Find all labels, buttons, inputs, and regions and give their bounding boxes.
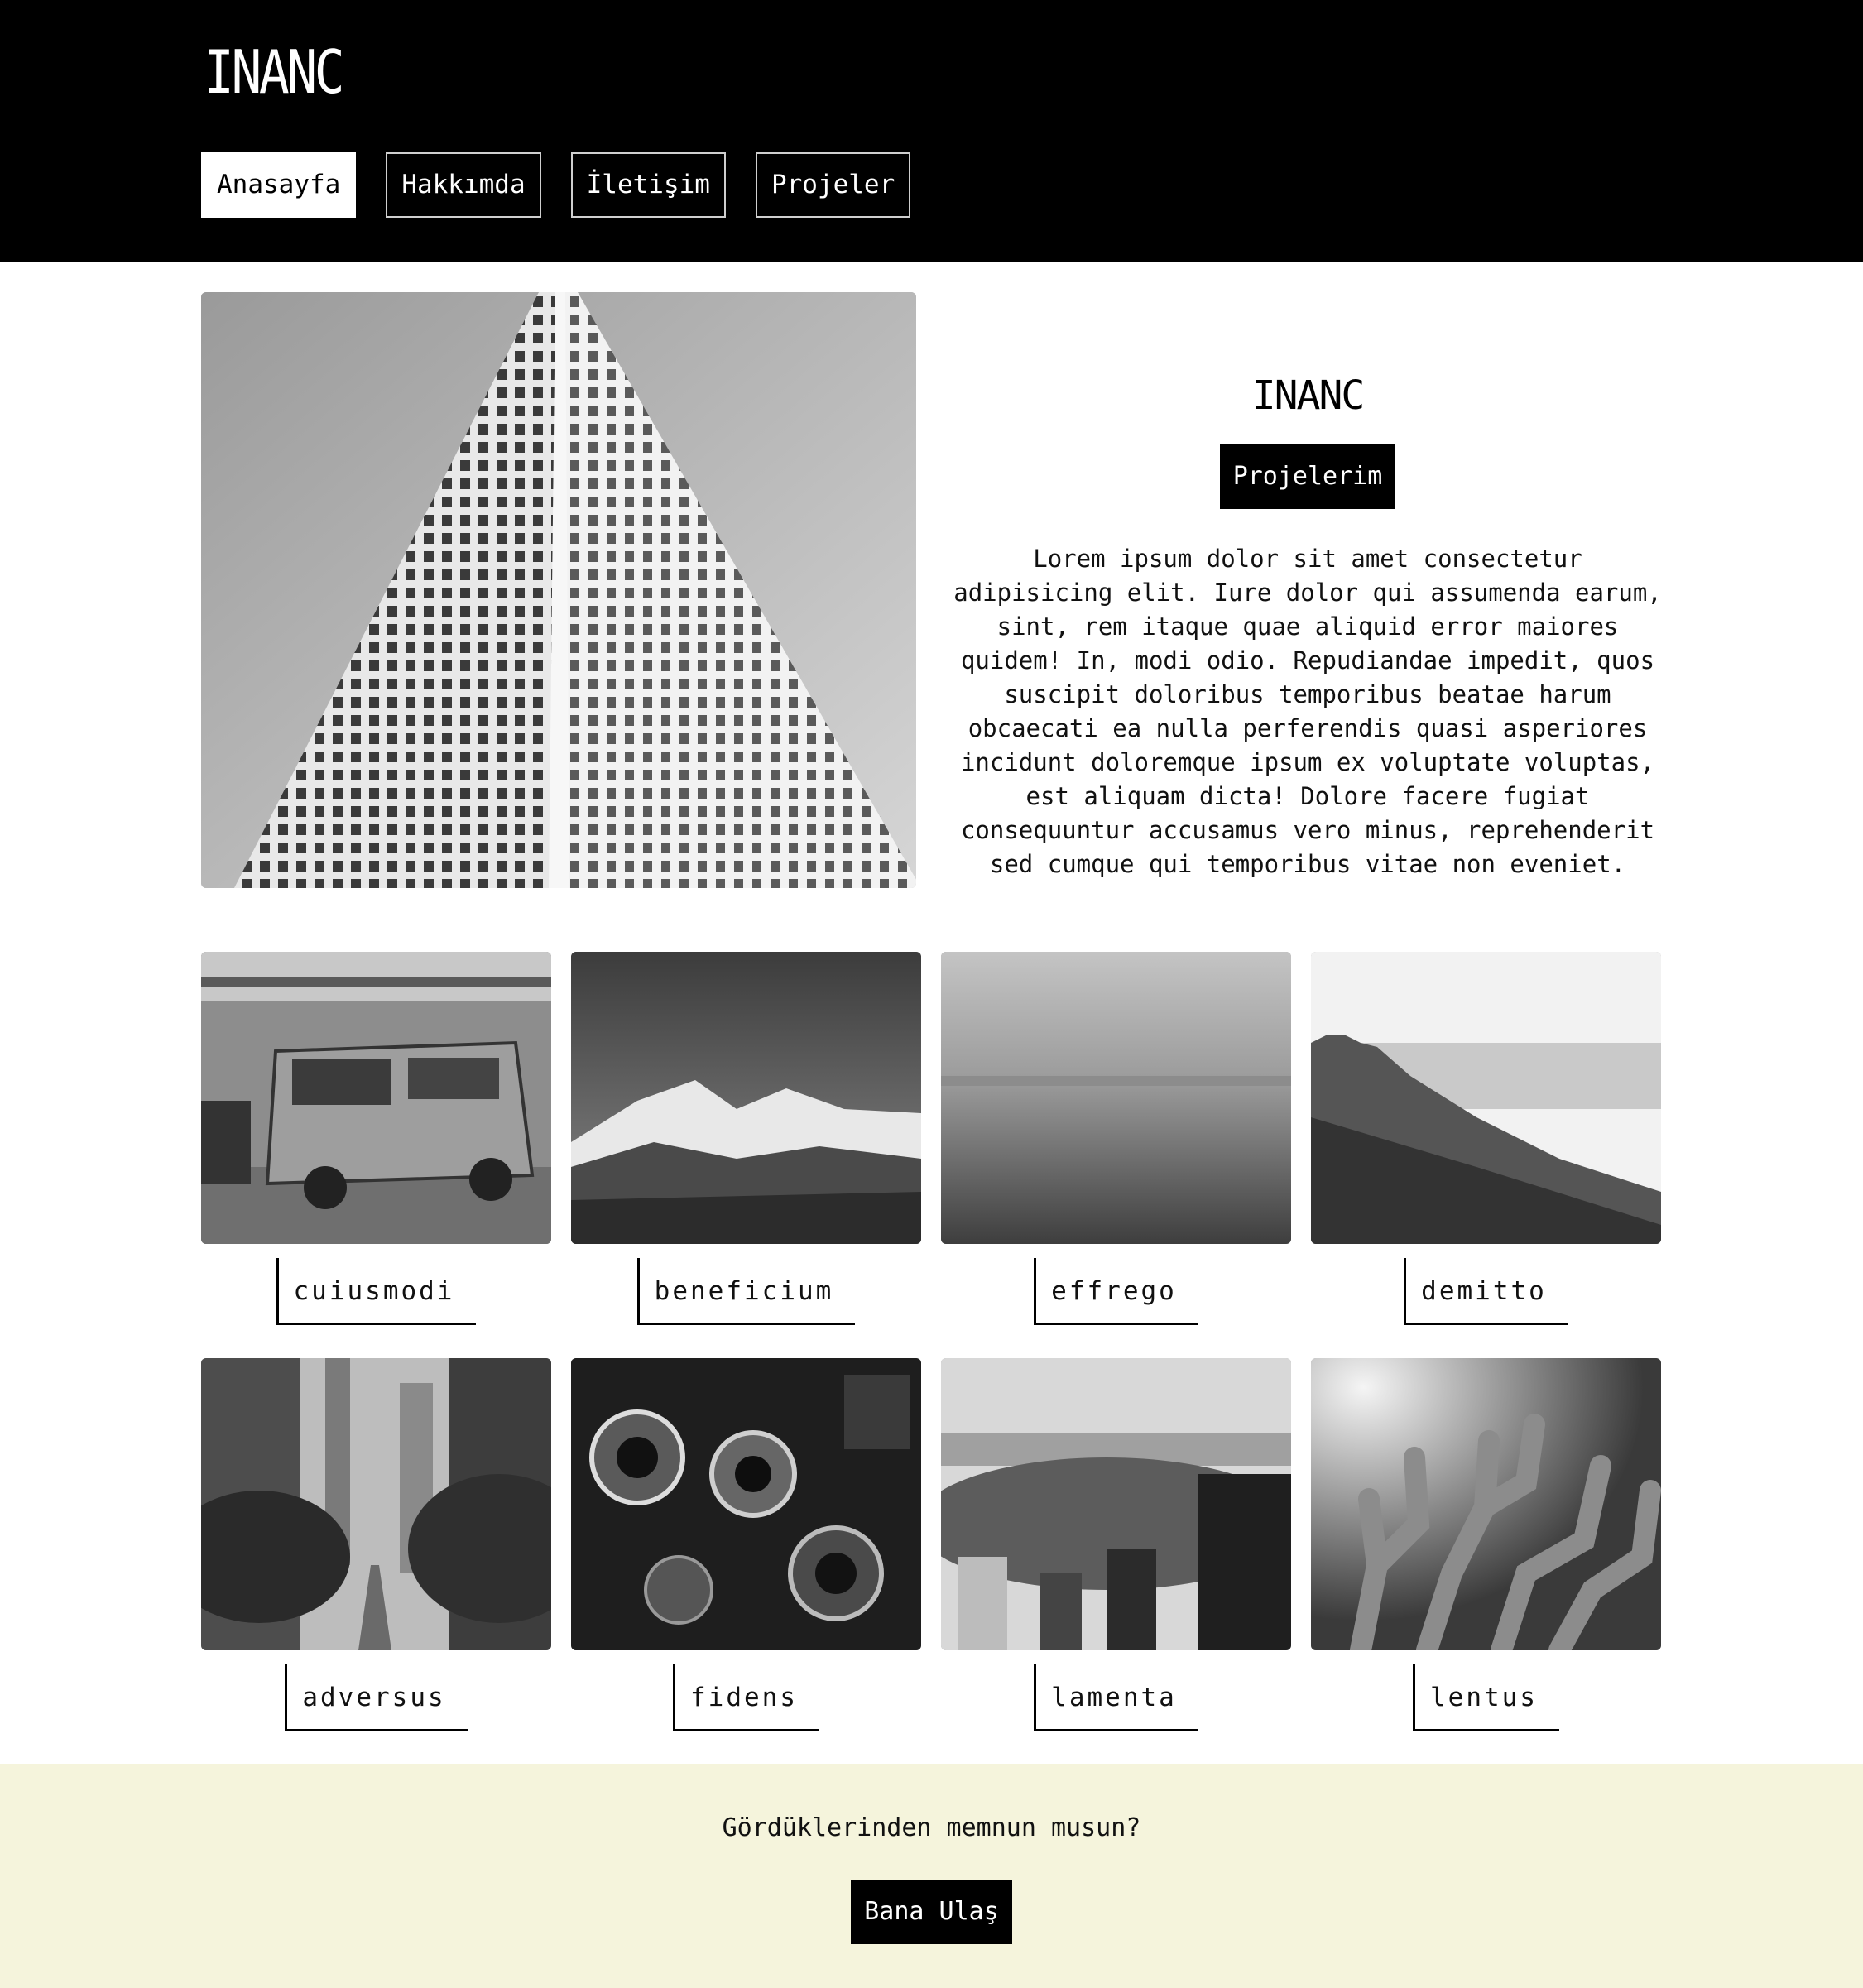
gallery-card[interactable]: fidens: [571, 1358, 921, 1731]
gallery-label[interactable]: demitto: [1404, 1258, 1568, 1325]
sea-photo[interactable]: [941, 952, 1291, 1244]
main-nav: Anasayfa Hakkımda İletişim Projeler: [201, 152, 911, 218]
gallery-card[interactable]: demitto: [1311, 952, 1661, 1325]
gallery-label[interactable]: effrego: [1034, 1258, 1198, 1325]
hero-skyscraper-image: [201, 292, 916, 888]
cloud-peak-photo[interactable]: [1311, 952, 1661, 1244]
cameras-photo[interactable]: [571, 1358, 921, 1650]
gallery-card[interactable]: lamenta: [941, 1358, 1291, 1731]
gallery-label[interactable]: cuiusmodi: [276, 1258, 477, 1325]
nav-item-hakkimda[interactable]: Hakkımda: [386, 152, 541, 218]
gallery-card[interactable]: cuiusmodi: [201, 952, 551, 1325]
gallery-card[interactable]: lentus: [1311, 1358, 1661, 1731]
hero-content: INANC Projelerim Lorem ipsum dolor sit a…: [948, 367, 1668, 881]
site-logo[interactable]: INANC: [204, 35, 345, 109]
hero-description: Lorem ipsum dolor sit amet consectetur a…: [953, 545, 1662, 878]
gallery-card[interactable]: beneficium: [571, 952, 921, 1325]
gallery-card[interactable]: effrego: [941, 952, 1291, 1325]
nav-item-iletisim[interactable]: İletişim: [570, 152, 726, 218]
nav-item-anasayfa[interactable]: Anasayfa: [201, 152, 357, 218]
gallery-label[interactable]: adversus: [285, 1664, 468, 1731]
vw-van-photo[interactable]: [201, 952, 551, 1244]
hero-title: INANC: [1251, 372, 1366, 419]
footer-question: Gördüklerinden memnun musun?: [722, 1813, 1141, 1842]
nav-item-projeler[interactable]: Projeler: [755, 152, 911, 218]
gallery-label[interactable]: lentus: [1413, 1664, 1559, 1731]
gallery-card[interactable]: adversus: [201, 1358, 551, 1731]
site-footer: Gördüklerinden memnun musun? Bana Ulaş: [0, 1764, 1863, 1988]
projelerim-button[interactable]: Projelerim: [1219, 444, 1396, 509]
cactus-photo[interactable]: [1311, 1358, 1661, 1650]
gallery-label[interactable]: fidens: [673, 1664, 819, 1731]
mountain-photo[interactable]: [571, 952, 921, 1244]
gallery-label[interactable]: lamenta: [1034, 1664, 1198, 1731]
contact-me-button[interactable]: Bana Ulaş: [851, 1880, 1012, 1944]
city-park-photo[interactable]: [941, 1358, 1291, 1650]
gallery-label[interactable]: beneficium: [636, 1258, 856, 1325]
site-header: INANC Anasayfa Hakkımda İletişim Projele…: [0, 0, 1863, 262]
city-street-photo[interactable]: [201, 1358, 551, 1650]
